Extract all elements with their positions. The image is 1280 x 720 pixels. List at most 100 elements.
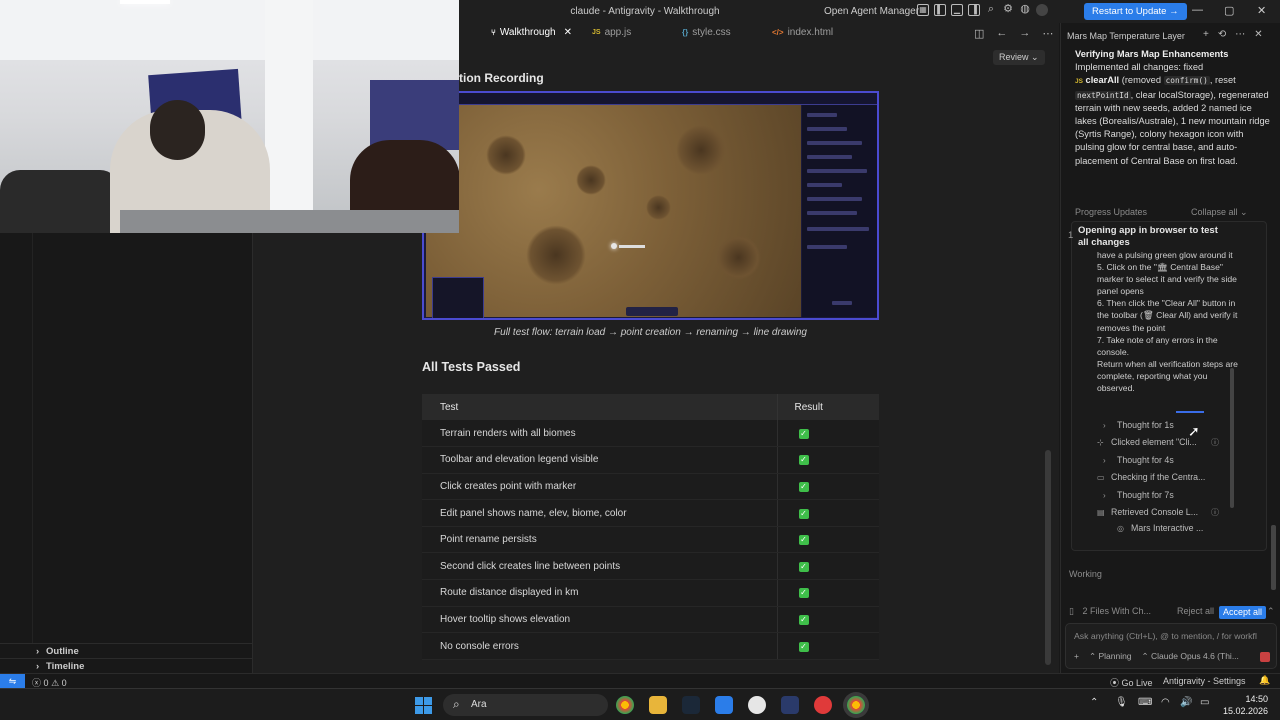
step-mars-interactive[interactable]: ◎ Mars Interactive ... <box>1117 523 1203 533</box>
check-icon: ✓ <box>798 561 809 572</box>
gear-icon[interactable]: ⚙ <box>1002 4 1014 16</box>
panel-row <box>807 113 837 117</box>
plus-icon[interactable]: + <box>1203 29 1209 40</box>
crater <box>716 235 761 280</box>
check-icon: ✓ <box>798 641 809 652</box>
chevron-up-icon[interactable]: ⌃ <box>1090 697 1098 708</box>
close-icon[interactable]: ✕ <box>564 27 572 38</box>
results-table: Test Result Terrain renders with all bio… <box>422 394 879 660</box>
notepad-icon[interactable] <box>715 696 733 714</box>
tab-index-html[interactable]: </> index.html <box>772 27 833 38</box>
walkthrough-icon: ⑂ <box>491 28 496 37</box>
wifi-icon[interactable]: ◠ <box>1161 697 1170 708</box>
step-thought-1s[interactable]: › Thought for 1s <box>1103 420 1174 430</box>
step-retrieved-console[interactable]: ▤ Retrieved Console L... ⓘ <box>1097 507 1219 517</box>
step-thought-4s[interactable]: › Thought for 4s <box>1103 455 1174 465</box>
toggle-panel-icon[interactable]: ▁ <box>951 4 963 16</box>
battery-icon[interactable]: ▭ <box>1200 697 1209 708</box>
layout-icon[interactable]: ▦ <box>917 4 929 16</box>
restart-to-update-button[interactable]: Restart to Update → <box>1084 3 1187 20</box>
collapse-all-button[interactable]: Collapse all ⌄ <box>1191 207 1248 218</box>
steam-icon[interactable] <box>682 696 700 714</box>
panel-row <box>807 127 847 131</box>
tab-label: Walkthrough <box>499 27 556 38</box>
editor-scrollbar[interactable] <box>1045 450 1051 665</box>
summary-nextpointid-code: nextPointId <box>1075 90 1131 100</box>
stop-button[interactable] <box>1260 652 1270 662</box>
js-icon: JS <box>1075 78 1083 86</box>
search-icon[interactable]: ⌕ <box>985 4 997 16</box>
chevron-up-icon[interactable]: ⌃ <box>1267 606 1275 617</box>
step-clicked-element[interactable]: ⊹ Clicked element "Cli... ⓘ <box>1097 437 1219 447</box>
taskbar-search[interactable]: ⌕ Ara <box>443 694 608 716</box>
review-button[interactable]: Review ⌄ <box>993 50 1045 65</box>
clock[interactable]: 14:50 15.02.2026 <box>1222 693 1268 717</box>
obs-icon[interactable] <box>748 696 766 714</box>
file-explorer-icon[interactable] <box>649 696 667 714</box>
tab-app-js[interactable]: JS app.js <box>592 27 631 38</box>
instruction-line: 6. Then click the "Clear All" button in … <box>1097 298 1238 333</box>
panel-row <box>807 183 842 187</box>
result-cell: ✓ <box>776 473 879 501</box>
notification-icon[interactable]: 🔔 <box>1259 675 1270 686</box>
step-thought-7s[interactable]: › Thought for 7s <box>1103 490 1174 500</box>
app-toolbar <box>424 93 877 105</box>
toggle-sidebar-icon[interactable]: ▌ <box>934 4 946 16</box>
more-icon[interactable]: ⋯ <box>1235 29 1245 40</box>
toggle-secondary-sidebar-icon[interactable]: ▐ <box>968 4 980 16</box>
review-label: Review <box>999 52 1029 62</box>
split-editor-icon[interactable]: ◫ <box>974 27 984 40</box>
accept-all-button[interactable]: Accept all <box>1219 606 1267 619</box>
history-icon[interactable]: ⟲ <box>1218 29 1226 40</box>
chrome-icon[interactable] <box>616 696 634 714</box>
info-icon[interactable]: ⓘ <box>1211 437 1219 448</box>
model-select[interactable]: ⌃ Claude Opus 4.6 (Thi... <box>1142 651 1239 662</box>
table-row: Terrain renders with all biomes ✓ <box>422 420 879 448</box>
language-icon[interactable]: ⌨ <box>1138 697 1152 708</box>
css-icon: {} <box>682 28 689 37</box>
avatar[interactable] <box>1036 4 1048 16</box>
arrow-left-icon[interactable]: ← <box>996 27 1007 40</box>
chrome-active-icon[interactable] <box>847 696 865 714</box>
summary-confirm-code: confirm() <box>1163 76 1210 86</box>
arrow-right-icon[interactable]: → <box>1019 27 1030 40</box>
open-agent-manager-link[interactable]: Open Agent Manager <box>824 6 919 17</box>
editor-tab-bar: ⑂ Walkthrough ✕ JS app.js {} style.css <… <box>459 23 1059 45</box>
microphone-icon[interactable]: 🎙 <box>1115 697 1128 708</box>
progress-scrollbar[interactable] <box>1230 368 1234 508</box>
globe-icon[interactable]: ◍ <box>1019 4 1031 16</box>
start-button[interactable] <box>415 697 432 714</box>
more-icon[interactable]: ⋯ <box>1042 27 1053 40</box>
info-icon[interactable]: ⓘ <box>1211 507 1219 518</box>
outline-section[interactable]: › Outline <box>0 643 253 658</box>
antigravity-icon[interactable] <box>781 696 799 714</box>
table-row: Point rename persists ✓ <box>422 526 879 554</box>
media-player-icon[interactable] <box>814 696 832 714</box>
agent-panel-scrollbar[interactable] <box>1271 525 1276 590</box>
maximize-icon[interactable]: ▢ <box>1224 4 1234 17</box>
step-label: Checking if the Centra... <box>1111 472 1206 482</box>
close-icon[interactable]: ✕ <box>1257 4 1266 17</box>
remote-icon[interactable]: ⇋ <box>0 674 25 688</box>
step-label: Clicked element "Cli... <box>1111 437 1197 447</box>
close-icon[interactable]: ✕ <box>1254 29 1262 40</box>
minimize-icon[interactable]: — <box>1192 4 1203 16</box>
step-checking[interactable]: ▭ Checking if the Centra... <box>1097 472 1205 482</box>
chat-input[interactable]: Ask anything (Ctrl+L), @ to mention, / f… <box>1065 623 1277 669</box>
person-head <box>150 100 205 160</box>
section-title: tion Recording <box>459 71 544 85</box>
tab-style-css[interactable]: {} style.css <box>682 27 731 38</box>
result-cell: ✓ <box>776 552 879 581</box>
files-changed-label[interactable]: 2 Files With Ch... <box>1082 606 1151 616</box>
explorer-sidebar: › Outline › Timeline <box>0 233 253 673</box>
tab-walkthrough[interactable]: ⑂ Walkthrough ✕ <box>491 27 572 38</box>
plus-icon[interactable]: + <box>1074 651 1079 662</box>
volume-icon[interactable]: 🔊 <box>1180 697 1192 708</box>
timeline-section[interactable]: › Timeline <box>0 658 253 673</box>
chevron-right-icon: › <box>1103 455 1106 465</box>
mode-select[interactable]: ⌃ Planning <box>1089 651 1132 662</box>
result-cell: ✓ <box>776 446 879 474</box>
settings-link[interactable]: Antigravity - Settings <box>1163 676 1246 686</box>
reject-all-button[interactable]: Reject all <box>1177 606 1214 616</box>
test-name-cell: Hover tooltip shows elevation <box>422 606 777 634</box>
